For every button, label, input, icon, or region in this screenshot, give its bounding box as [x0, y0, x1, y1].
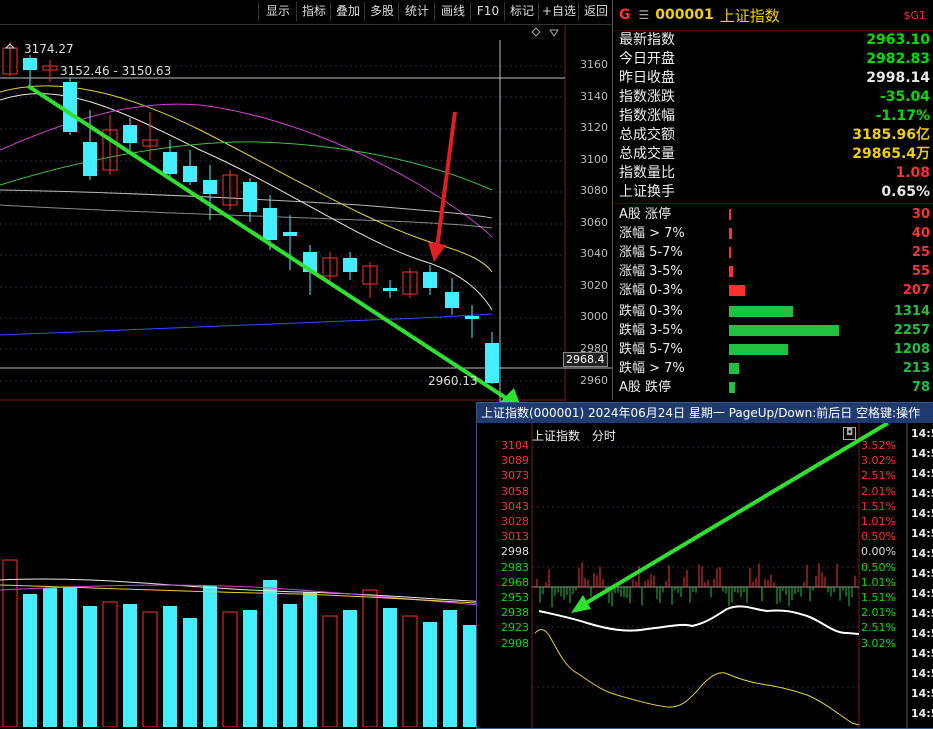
kline-ytick: 3100 [580, 153, 608, 166]
toolbar-overlay-button[interactable]: 叠加 [330, 2, 365, 21]
intraday-popup[interactable]: 上证指数(000001) 2024年06月24日 星期一 PageUp/Down… [476, 402, 933, 729]
kline-ytick: 3140 [580, 90, 608, 103]
quote-row: 指数涨幅 -1.17% [619, 108, 930, 124]
kline-ytick: 3040 [580, 247, 608, 260]
dist-value: 55 [911, 264, 930, 279]
quote-row: 最新指数 2963.10 [619, 32, 930, 48]
dist-label: A股 跌停 [619, 380, 672, 395]
quote-row: 今日开盘 2982.83 [619, 51, 930, 67]
dist-label: 跌幅 0-3% [619, 304, 683, 319]
dist-value: 1314 [893, 304, 930, 319]
cursor-price-label: 2968.4 [563, 352, 608, 367]
dist-bar [729, 266, 734, 277]
dist-value: 213 [902, 361, 930, 376]
quote-row: 上证换手 0.65% [619, 184, 930, 200]
kline-low-label: 2960.13 [428, 374, 478, 388]
quote-row: 昨日收盘 2998.14 [619, 70, 930, 86]
dist-value: 1208 [893, 342, 930, 357]
dist-up-row: 涨幅 5-7% 25 [619, 243, 930, 262]
dist-up-row: 涨幅 0-3% 207 [619, 281, 930, 300]
intraday-chart[interactable] [477, 423, 933, 728]
dist-down-row: 跌幅 5-7% 1208 [619, 340, 930, 359]
dist-value: 30 [911, 207, 930, 222]
stock-code: 000001 [655, 7, 714, 23]
kline-ytick: 3080 [580, 184, 608, 197]
dist-bar [729, 209, 732, 220]
dist-bar [729, 382, 735, 393]
quote-row: 总成交额 3185.96亿 [619, 127, 930, 143]
dist-bar [729, 344, 788, 355]
dist-label: 跌幅 > 7% [619, 361, 685, 376]
dist-label: 涨幅 5-7% [619, 245, 683, 260]
g-marker: G [619, 7, 631, 23]
toolbar-multi-stock-button[interactable]: 多股 [364, 2, 399, 21]
dist-bar [729, 285, 746, 296]
dist-bar [729, 363, 740, 374]
toolbar-stats-button[interactable]: 统计 [398, 2, 435, 21]
dist-label: 跌幅 3-5% [619, 323, 683, 338]
kline-high-label: 3174.27 [24, 42, 74, 56]
dist-down-row: 跌幅 0-3% 1314 [619, 302, 930, 321]
toolbar-draw-button[interactable]: 画线 [434, 2, 471, 21]
quote-header: G ☰ 000001 上证指数 $G1 [613, 0, 933, 31]
kline-ytick: 3020 [580, 279, 608, 292]
dist-value: 25 [911, 245, 930, 260]
menu-icon[interactable]: ☰ [639, 8, 650, 22]
kline-ytick: 2960 [580, 374, 608, 387]
quote-panel: G ☰ 000001 上证指数 $G1 最新指数 2963.10 今日开盘 2982… [612, 0, 933, 400]
dist-bar [729, 228, 733, 239]
badge-label: $G1 [903, 8, 926, 22]
kline-ma-label: 3152.46 - 3150.63 [60, 64, 172, 78]
popup-title: 上证指数(000001) 2024年06月24日 星期一 PageUp/Down… [477, 403, 933, 423]
chart-toolbar: 显示 指标 叠加 多股 统计 画线 F10 标记 +自选 返回 [0, 0, 612, 25]
dist-down-row: A股 跌停 78 [619, 378, 930, 397]
dist-bar [729, 306, 794, 317]
dist-label: 跌幅 5-7% [619, 342, 683, 357]
toolbar-indicator-button[interactable]: 指标 [296, 2, 331, 21]
dist-label: A股 涨停 [619, 207, 672, 222]
kline-ytick: 3120 [580, 121, 608, 134]
dist-bar [729, 247, 731, 258]
dist-label: 涨幅 3-5% [619, 264, 683, 279]
quote-row: 指数涨跌 -35.04 [619, 89, 930, 105]
toolbar-add-watchlist-button[interactable]: +自选 [538, 2, 579, 21]
dist-bar [729, 325, 839, 336]
dist-down-row: 跌幅 3-5% 2257 [619, 321, 930, 340]
toolbar-back-button[interactable]: 返回 [578, 2, 613, 21]
stock-name: 上证指数 [719, 6, 780, 25]
quote-row: 总成交量 29865.4万 [619, 146, 930, 162]
kline-ytick: 3060 [580, 216, 608, 229]
dist-up-row: A股 涨停 30 [619, 205, 930, 224]
kline-ytick: 3000 [580, 310, 608, 323]
dist-label: 涨幅 > 7% [619, 226, 685, 241]
kline-ytick: 3160 [580, 58, 608, 71]
dist-value: 2257 [893, 323, 930, 338]
toolbar-mark-button[interactable]: 标记 [504, 2, 539, 21]
dist-down-row: 跌幅 > 7% 213 [619, 359, 930, 378]
dist-value: 207 [902, 283, 930, 298]
dist-value: 78 [911, 380, 930, 395]
toolbar-display-button[interactable]: 显示 [258, 2, 297, 21]
toolbar-f10-button[interactable]: F10 [470, 2, 505, 21]
dist-up-row: 涨幅 > 7% 40 [619, 224, 930, 243]
quote-row: 指数量比 1.08 [619, 165, 930, 181]
dist-value: 40 [911, 226, 930, 241]
dist-label: 涨幅 0-3% [619, 283, 683, 298]
dist-up-row: 涨幅 3-5% 55 [619, 262, 930, 281]
